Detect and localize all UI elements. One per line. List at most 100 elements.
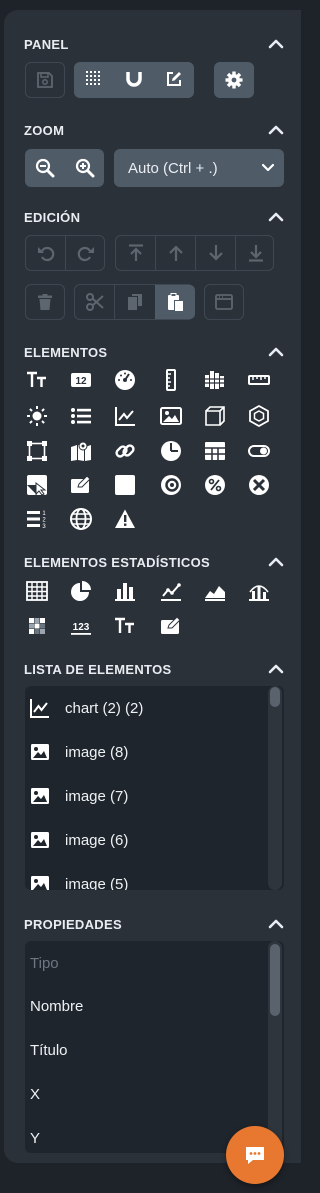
stat-pie-chart-button[interactable] [66, 577, 96, 605]
delete-button[interactable] [25, 284, 65, 320]
save-button[interactable] [25, 62, 65, 98]
vertical-ruler-icon [166, 369, 176, 391]
3d-object-element-button[interactable] [244, 402, 274, 430]
zoom-level-value: Auto (Ctrl + .) [128, 159, 218, 177]
sun-element-button[interactable] [22, 402, 52, 430]
bar-grid-element-button[interactable] [200, 366, 230, 394]
bring-forward-button[interactable] [156, 236, 196, 270]
properties-scrollbar-thumb[interactable] [270, 944, 280, 1016]
stat-line-chart-button[interactable] [156, 577, 186, 605]
properties-section-header[interactable]: PROPIEDADES [24, 914, 284, 934]
cube-element-button[interactable] [200, 402, 230, 430]
element-list: chart (2) (2) image (8) image (7) image … [25, 686, 284, 890]
paste-icon [168, 293, 183, 311]
element-list-scrollbar-thumb[interactable] [270, 687, 280, 707]
progress-ring-element-button[interactable] [156, 471, 186, 499]
list-item[interactable]: image (7) [25, 774, 265, 818]
cut-button[interactable] [75, 285, 115, 319]
number-element-button[interactable]: 12 [66, 366, 96, 394]
grid-toggle-button[interactable] [74, 62, 114, 96]
properties-list: Tipo Nombre Título X Y [25, 941, 284, 1153]
elements-section-header[interactable]: ELEMENTOS [24, 342, 284, 362]
panel-section-header[interactable]: PANEL [24, 34, 284, 54]
image-icon [31, 876, 49, 890]
selection-element-button[interactable] [22, 471, 52, 499]
stat-note-button[interactable] [156, 612, 186, 640]
arrow-to-top-icon [129, 244, 143, 261]
collapse-caret-icon[interactable] [268, 916, 284, 932]
line-chart-element-button[interactable] [110, 402, 140, 430]
list-item[interactable]: image (8) [25, 730, 265, 774]
gauge-element-button[interactable] [110, 366, 140, 394]
warning-element-button[interactable] [110, 505, 140, 533]
copy-button[interactable] [115, 285, 155, 319]
zoom-in-button[interactable] [65, 149, 104, 187]
collapse-caret-icon[interactable] [268, 344, 284, 360]
note-element-button[interactable] [66, 471, 96, 499]
select-cursor-icon [27, 475, 47, 496]
list-element-button[interactable] [66, 402, 96, 430]
list-item[interactable]: image (5) [25, 862, 265, 890]
collapse-caret-icon[interactable] [268, 554, 284, 570]
element-list-scrollbar[interactable] [268, 686, 282, 890]
collapse-caret-icon[interactable] [268, 209, 284, 225]
paste-button[interactable] [155, 285, 195, 319]
redo-button[interactable] [66, 236, 106, 270]
chat-button[interactable] [226, 1126, 284, 1184]
numeric-123-icon: 123 [71, 622, 91, 635]
undo-button[interactable] [26, 236, 66, 270]
zoom-section-header[interactable]: ZOOM [24, 120, 284, 140]
pie-element-button[interactable] [156, 437, 186, 465]
percentage-element-button[interactable] [200, 471, 230, 499]
stat-number-button[interactable]: 123 [66, 612, 96, 640]
edit-note-icon [71, 475, 91, 493]
send-backward-button[interactable] [196, 236, 236, 270]
list-item[interactable]: image (6) [25, 818, 265, 862]
svg-text:2: 2 [42, 518, 46, 524]
zoom-out-button[interactable] [25, 149, 64, 187]
map-element-button[interactable] [66, 437, 96, 465]
number-badge-icon: 12 [71, 373, 91, 387]
image-element-button[interactable] [156, 402, 186, 430]
window-button[interactable] [204, 284, 244, 320]
pie-chart-icon [71, 581, 91, 601]
toggle-element-button[interactable] [244, 437, 274, 465]
settings-button[interactable] [214, 62, 254, 98]
zoom-level-select[interactable]: Auto (Ctrl + .) [114, 149, 284, 187]
vertical-ruler-button[interactable] [156, 366, 186, 394]
edit-square-icon [167, 72, 181, 86]
image-icon [31, 788, 49, 804]
stat-table-button[interactable] [22, 577, 52, 605]
collapse-caret-icon[interactable] [268, 661, 284, 677]
table-element-button[interactable] [200, 437, 230, 465]
link-element-button[interactable] [110, 437, 140, 465]
snap-magnet-button[interactable] [114, 62, 154, 96]
stat-bar-chart-button[interactable] [110, 577, 140, 605]
edition-section-title: EDICIÓN [24, 209, 81, 225]
list-item[interactable]: chart (2) (2) [25, 686, 265, 730]
send-to-back-button[interactable] [236, 236, 275, 270]
text-element-button[interactable] [22, 366, 52, 394]
close-element-button[interactable] [244, 471, 274, 499]
stat-text-button[interactable] [110, 612, 140, 640]
collapse-caret-icon[interactable] [268, 122, 284, 138]
edit-mode-button[interactable] [154, 62, 194, 96]
warning-icon [115, 509, 135, 528]
shape-element-button[interactable] [22, 437, 52, 465]
element-list-section-header[interactable]: LISTA DE ELEMENTOS [24, 659, 284, 679]
ordered-list-element-button[interactable]: 123 [22, 505, 52, 533]
stat-elements-section-header[interactable]: ELEMENTOS ESTADÍSTICOS [24, 552, 284, 572]
list-item-label: image (6) [65, 831, 129, 849]
collapse-caret-icon[interactable] [268, 36, 284, 52]
chevron-down-icon [262, 163, 274, 172]
bring-to-front-button[interactable] [116, 236, 156, 270]
stat-area-chart-button[interactable] [200, 577, 230, 605]
horizontal-ruler-button[interactable] [244, 366, 274, 394]
globe-element-button[interactable] [66, 505, 96, 533]
stat-distribution-button[interactable] [244, 577, 274, 605]
elements-section-title: ELEMENTOS [24, 344, 108, 360]
edition-section-header[interactable]: EDICIÓN [24, 207, 284, 227]
panel-section-title: PANEL [24, 36, 69, 52]
stat-heatmap-button[interactable] [22, 612, 52, 640]
rectangle-element-button[interactable] [110, 471, 140, 499]
